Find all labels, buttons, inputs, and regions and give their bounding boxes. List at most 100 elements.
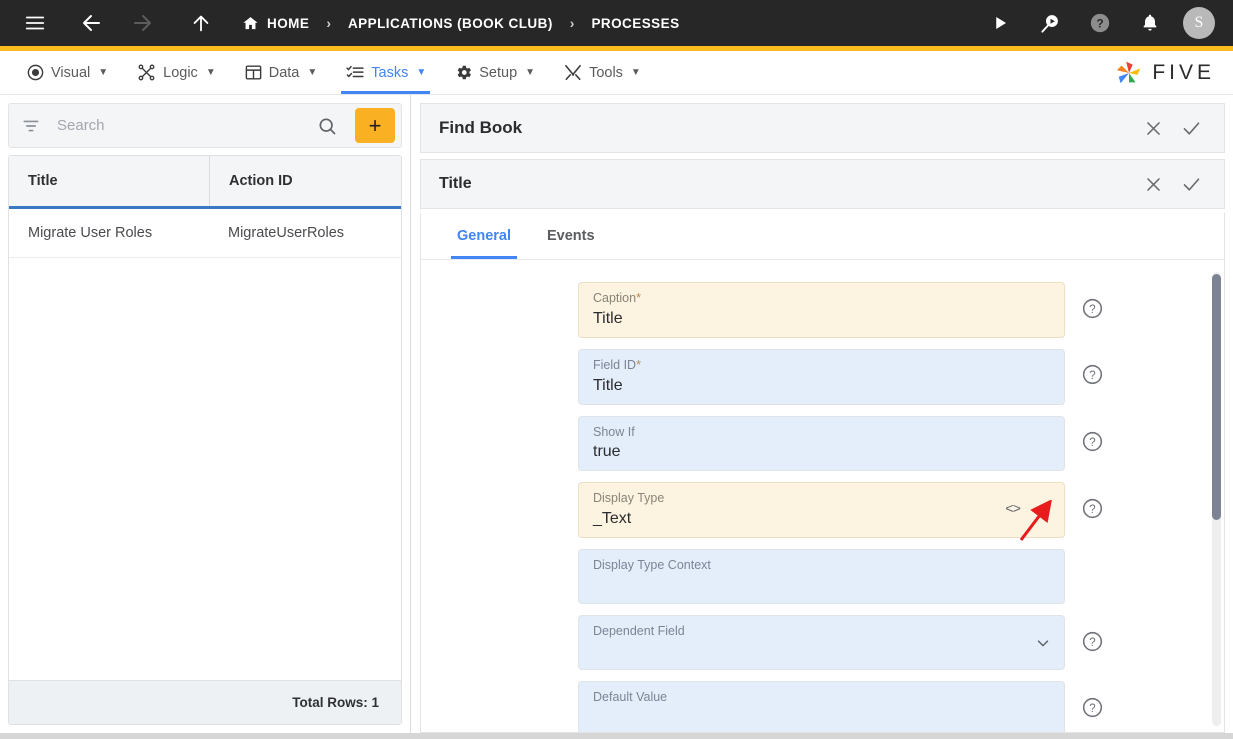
form-row-show-if: Show If true ? <box>421 415 1224 472</box>
grid-body: Migrate User Roles MigrateUserRoles <box>9 209 401 680</box>
search-play-icon[interactable] <box>1033 6 1067 40</box>
field-label-caption: Caption* <box>593 291 641 305</box>
checkmark-icon[interactable] <box>1181 174 1202 195</box>
field-display-type[interactable]: Display Type _Text <> <box>578 482 1065 538</box>
breadcrumb-separator: › <box>569 15 575 31</box>
column-header-action-id[interactable]: Action ID <box>209 156 401 206</box>
menu-item-data[interactable]: Data ▼ <box>230 51 332 94</box>
tab-general[interactable]: General <box>439 213 529 259</box>
chevron-down-icon: ▼ <box>525 66 536 78</box>
display-type-controls: <> <box>1005 501 1052 519</box>
field-show-if[interactable]: Show If true <box>578 415 1065 472</box>
form-row-field-id: Field ID* Title ? <box>421 348 1224 405</box>
search-toolbar: + <box>8 103 402 148</box>
field-field-id[interactable]: Field ID* Title <box>578 348 1065 405</box>
svg-text:?: ? <box>1089 370 1095 382</box>
home-icon <box>242 15 259 32</box>
brand-logo: FIVE <box>1114 51 1233 94</box>
processes-list-panel: + Title Action ID Migrate User Roles Mig… <box>0 95 411 733</box>
form-scrollbar-track[interactable] <box>1212 272 1221 726</box>
question-circle-icon[interactable]: ? <box>1080 695 1104 719</box>
field-value-show-if: true <box>593 443 621 461</box>
question-circle-icon[interactable]: ? <box>1080 363 1104 387</box>
five-pinwheel-icon <box>1114 59 1144 87</box>
chevron-down-icon: ▼ <box>205 66 216 78</box>
breadcrumb: HOME › APPLICATIONS (BOOK CLUB) › PROCES… <box>242 15 680 32</box>
tab-events[interactable]: Events <box>529 213 613 259</box>
chevron-down-icon: ▼ <box>416 66 427 78</box>
svg-text:?: ? <box>1089 504 1095 516</box>
page-title: Find Book <box>439 118 523 137</box>
field-caption[interactable]: Caption* Title <box>578 282 1065 338</box>
menu-item-tasks[interactable]: Tasks ▼ <box>331 51 440 94</box>
menu-label-data: Data <box>268 64 300 81</box>
field-label-default-value: Default Value <box>593 690 668 704</box>
menu-label-logic: Logic <box>163 64 198 81</box>
total-rows-label: Total Rows: 1 <box>9 680 401 724</box>
table-row[interactable]: Migrate User Roles MigrateUserRoles <box>9 209 401 258</box>
filter-funnel-icon[interactable] <box>21 116 41 136</box>
question-circle-icon[interactable]: ? <box>1083 6 1117 40</box>
main-content-area: + Title Action ID Migrate User Roles Mig… <box>0 95 1233 733</box>
question-circle-icon[interactable]: ? <box>1080 296 1104 320</box>
wrench-screwdriver-icon <box>563 63 583 82</box>
field-default-value[interactable]: Default Value <box>578 681 1065 732</box>
checklist-icon <box>345 63 365 82</box>
gear-icon <box>454 63 473 82</box>
arrow-right-icon <box>126 6 160 40</box>
eye-icon <box>26 63 45 82</box>
magnifier-icon[interactable] <box>309 116 345 136</box>
field-label-field-id: Field ID* <box>593 357 641 372</box>
menu-item-logic[interactable]: Logic ▼ <box>122 51 230 94</box>
code-brackets-icon[interactable]: <> <box>1005 502 1021 518</box>
nav-buttons <box>18 6 218 40</box>
column-header-title[interactable]: Title <box>9 156 209 206</box>
menu-label-tools: Tools <box>589 64 623 81</box>
chevron-down-icon[interactable] <box>1034 634 1052 652</box>
form-scrollbar-thumb[interactable] <box>1212 274 1221 520</box>
window-bottom-edge <box>0 733 1233 739</box>
form-row-dependent-field: Dependent Field ? <box>421 615 1224 670</box>
breadcrumb-item-processes[interactable]: PROCESSES <box>591 16 679 31</box>
field-value-field-id: Title <box>593 376 623 394</box>
brand-name: FIVE <box>1152 60 1215 84</box>
panel-header-find-book: Find Book <box>420 103 1225 153</box>
breadcrumb-item-applications[interactable]: APPLICATIONS (BOOK CLUB) <box>348 16 553 31</box>
avatar[interactable]: S <box>1183 7 1215 39</box>
field-value-display-type: _Text <box>593 510 632 527</box>
question-circle-icon[interactable]: ? <box>1080 430 1104 454</box>
svg-text:?: ? <box>1096 17 1103 31</box>
field-display-type-context[interactable]: Display Type Context <box>578 549 1065 604</box>
hamburger-menu-icon[interactable] <box>18 6 52 40</box>
menu-label-visual: Visual <box>51 64 91 81</box>
chevron-down-icon: ▼ <box>307 66 318 78</box>
menu-item-tools[interactable]: Tools ▼ <box>549 51 655 94</box>
svg-text:?: ? <box>1089 437 1095 449</box>
bell-icon[interactable] <box>1133 6 1167 40</box>
field-value-caption: Title <box>593 309 623 327</box>
arrow-up-icon[interactable] <box>184 6 218 40</box>
question-circle-icon[interactable]: ? <box>1080 629 1104 653</box>
play-icon[interactable] <box>983 6 1017 40</box>
checkmark-icon[interactable] <box>1181 118 1202 139</box>
search-input[interactable] <box>51 117 299 134</box>
form-row-default-value: Default Value ? <box>421 681 1224 732</box>
application-window: HOME › APPLICATIONS (BOOK CLUB) › PROCES… <box>0 0 1233 739</box>
question-circle-icon[interactable]: ? <box>1080 496 1104 520</box>
display-type-dropdown-chevron[interactable] <box>1034 501 1052 519</box>
close-x-icon[interactable] <box>1144 175 1163 194</box>
field-dependent-field[interactable]: Dependent Field <box>578 615 1065 670</box>
menu-label-tasks: Tasks <box>371 64 409 81</box>
top-navigation-bar: HOME › APPLICATIONS (BOOK CLUB) › PROCES… <box>0 0 1233 46</box>
close-x-icon[interactable] <box>1144 119 1163 138</box>
add-process-button[interactable]: + <box>355 108 395 143</box>
arrow-left-icon[interactable] <box>74 6 108 40</box>
form-row-caption: Caption* Title ? <box>421 282 1224 338</box>
panel-header-title-field: Title <box>420 159 1225 209</box>
flow-nodes-icon <box>136 63 157 82</box>
menu-item-setup[interactable]: Setup ▼ <box>440 51 549 94</box>
menu-item-visual[interactable]: Visual ▼ <box>12 51 122 94</box>
chevron-down-icon: ▼ <box>98 66 109 78</box>
cell-title: Migrate User Roles <box>28 225 153 241</box>
breadcrumb-item-home[interactable]: HOME <box>242 15 309 32</box>
